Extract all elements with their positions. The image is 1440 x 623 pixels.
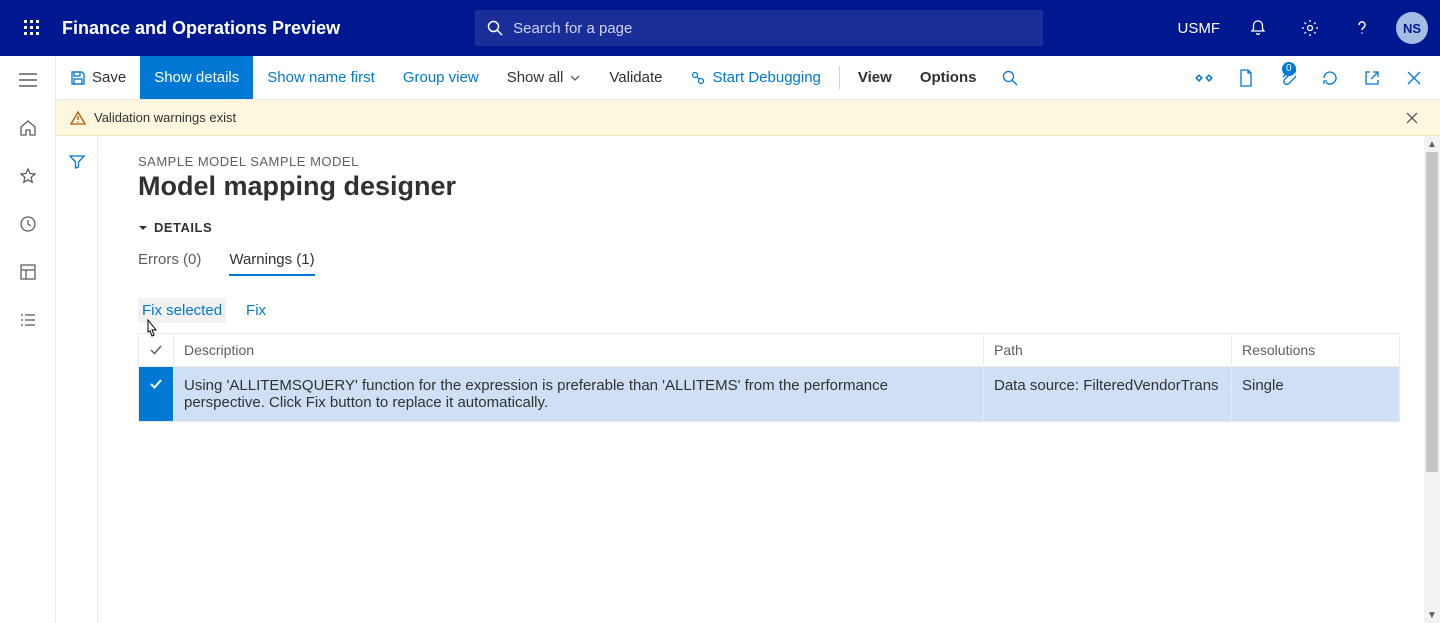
app-title: Finance and Operations Preview [62, 18, 340, 39]
hamburger-icon[interactable] [0, 56, 56, 104]
scroll-down-icon[interactable]: ▼ [1424, 607, 1440, 623]
connector-icon[interactable] [1184, 56, 1224, 100]
debug-icon [690, 70, 706, 86]
filter-icon[interactable] [61, 146, 93, 178]
show-name-first-button[interactable]: Show name first [253, 56, 389, 99]
modules-icon[interactable] [0, 296, 56, 344]
options-menu[interactable]: Options [906, 56, 991, 99]
save-label: Save [92, 69, 126, 86]
refresh-icon[interactable] [1310, 56, 1350, 100]
group-view-button[interactable]: Group view [389, 56, 493, 99]
settings-icon[interactable] [1288, 6, 1332, 50]
breadcrumb: SAMPLE MODEL SAMPLE MODEL [138, 154, 1400, 169]
save-button[interactable]: Save [56, 56, 140, 99]
vertical-scrollbar[interactable]: ▲ ▼ [1424, 136, 1440, 623]
check-icon [149, 377, 163, 391]
col-resolutions[interactable]: Resolutions [1232, 334, 1400, 367]
notifications-icon[interactable] [1236, 6, 1280, 50]
view-menu[interactable]: View [844, 56, 906, 99]
fix-actions: Fix selected Fix [138, 298, 1400, 323]
banner-close-icon[interactable] [1398, 104, 1426, 132]
tab-errors[interactable]: Errors (0) [138, 251, 201, 276]
page-content: SAMPLE MODEL SAMPLE MODEL Model mapping … [98, 136, 1440, 623]
separator [839, 66, 840, 89]
help-icon[interactable] [1340, 6, 1384, 50]
tab-warnings[interactable]: Warnings (1) [229, 251, 314, 276]
scroll-thumb[interactable] [1426, 152, 1438, 472]
caret-down-icon [138, 223, 148, 233]
col-description[interactable]: Description [174, 334, 984, 367]
show-details-button[interactable]: Show details [140, 56, 253, 99]
home-icon[interactable] [0, 104, 56, 152]
recent-icon[interactable] [0, 200, 56, 248]
validation-banner: Validation warnings exist [56, 100, 1440, 136]
attachment-badge: 0 [1282, 62, 1296, 76]
validate-button[interactable]: Validate [595, 56, 676, 99]
workspaces-icon[interactable] [0, 248, 56, 296]
cell-description: Using 'ALLITEMSQUERY' function for the e… [174, 367, 984, 422]
start-debugging-button[interactable]: Start Debugging [676, 56, 834, 99]
app-launcher-icon[interactable] [12, 8, 52, 48]
cell-resolutions: Single [1232, 367, 1400, 422]
command-bar: Save Show details Show name first Group … [56, 56, 1440, 100]
global-search[interactable] [475, 10, 1043, 46]
document-icon[interactable] [1226, 56, 1266, 100]
details-section-header[interactable]: DETAILS [138, 220, 1400, 235]
warnings-table: Description Path Resolutions Using 'ALLI… [138, 333, 1400, 422]
details-label: DETAILS [154, 220, 212, 235]
filter-column [56, 136, 98, 623]
table-row[interactable]: Using 'ALLITEMSQUERY' function for the e… [139, 367, 1400, 422]
left-nav-rail [0, 56, 56, 623]
select-all-header[interactable] [139, 334, 174, 367]
warning-triangle-icon [70, 110, 86, 126]
user-avatar[interactable]: NS [1396, 12, 1428, 44]
close-icon[interactable] [1394, 56, 1434, 100]
main-area: Save Show details Show name first Group … [56, 56, 1440, 623]
header-right: USMF NS [1170, 6, 1429, 50]
company-picker[interactable]: USMF [1170, 20, 1229, 37]
fix-button[interactable]: Fix [242, 298, 270, 323]
chevron-down-icon [569, 72, 581, 84]
attachments-icon[interactable]: 0 [1268, 56, 1308, 100]
check-icon [149, 343, 163, 357]
show-all-dropdown[interactable]: Show all [493, 56, 596, 99]
banner-text: Validation warnings exist [94, 110, 236, 125]
command-bar-right: 0 [1184, 56, 1440, 99]
popout-icon[interactable] [1352, 56, 1392, 100]
scroll-up-icon[interactable]: ▲ [1424, 136, 1440, 152]
search-icon [487, 20, 503, 36]
tabs: Errors (0) Warnings (1) [138, 251, 1400, 276]
global-header: Finance and Operations Preview USMF NS [0, 0, 1440, 56]
col-path[interactable]: Path [984, 334, 1232, 367]
favorites-icon[interactable] [0, 152, 56, 200]
search-input[interactable] [511, 19, 1031, 38]
page-title: Model mapping designer [138, 171, 1400, 202]
fix-selected-button[interactable]: Fix selected [138, 298, 226, 323]
row-checkbox[interactable] [139, 367, 174, 422]
search-command-icon[interactable] [990, 56, 1030, 100]
cell-path: Data source: FilteredVendorTrans [984, 367, 1232, 422]
